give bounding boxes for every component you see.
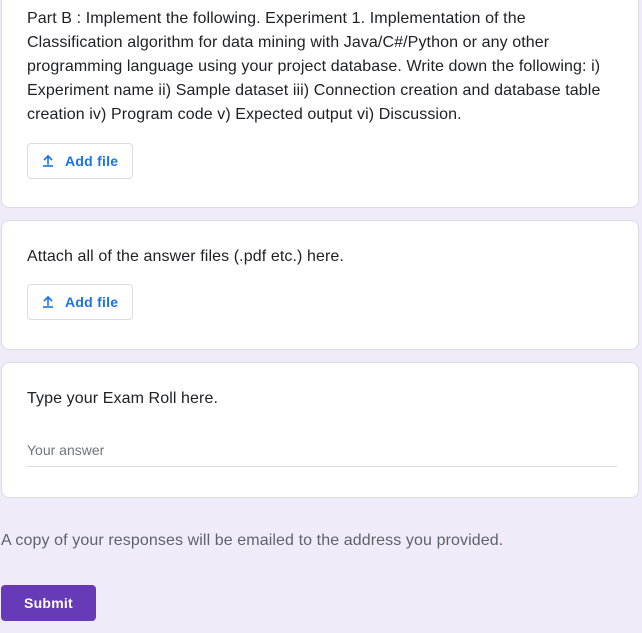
add-file-label: Add file [65,294,119,310]
add-file-label: Add file [65,153,119,169]
question-card-attach-files: Attach all of the answer files (.pdf etc… [1,220,639,350]
answer-field-underline [27,435,617,467]
submit-button[interactable]: Submit [1,585,96,621]
upload-icon [41,295,55,309]
add-file-button[interactable]: Add file [27,143,133,179]
upload-icon [41,154,55,168]
email-copy-note: A copy of your responses will be emailed… [1,532,504,549]
exam-roll-input[interactable] [27,435,617,465]
question-card-exam-roll: Type your Exam Roll here. [1,362,639,498]
add-file-button[interactable]: Add file [27,284,133,320]
question-title: Part B : Implement the following. Experi… [27,10,606,123]
question-card-part-b: Part B : Implement the following. Experi… [1,0,639,208]
question-title: Attach all of the answer files (.pdf etc… [27,248,344,265]
question-title: Type your Exam Roll here. [27,390,219,407]
